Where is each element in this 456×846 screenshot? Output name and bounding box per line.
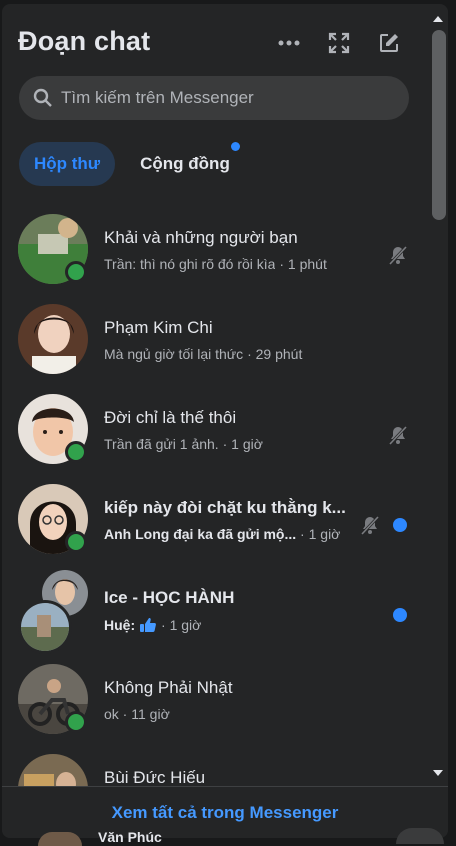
online-indicator <box>65 261 87 283</box>
conversation-item[interactable]: kiếp này đòi chặt ku thằng k... Anh Long… <box>2 474 430 564</box>
preview-text: Huệ: <box>104 617 136 633</box>
background-peek: Văn Phúc <box>0 828 456 846</box>
more-icon <box>278 40 300 46</box>
unread-dot <box>393 518 407 532</box>
page-title: Đoạn chat <box>18 26 151 56</box>
conversation-preview: Trần: thì nó ghi rõ đó rồi kìa · 1 phút <box>104 256 327 272</box>
online-indicator <box>65 441 87 463</box>
conversation-item[interactable]: Đời chỉ là thế thôi Trần đã gửi 1 ảnh. ·… <box>2 384 430 474</box>
preview-text: Trần: thì nó ghi rõ đó rồi kìa <box>104 256 276 272</box>
conversation-name: Phạm Kim Chi <box>104 318 213 337</box>
see-all-messenger-link[interactable]: Xem tất cả trong Messenger <box>112 803 339 823</box>
preview-text: Trần đã gửi 1 ảnh. <box>104 436 219 452</box>
conversation-item[interactable]: Không Phải Nhật ok · 11 giờ <box>2 654 430 744</box>
preview-time: 1 phút <box>287 256 327 272</box>
peek-chat-bubble <box>396 828 444 844</box>
separator: · <box>118 706 132 722</box>
compose-icon <box>380 34 398 52</box>
group-avatar-front <box>18 600 72 654</box>
conversation-item[interactable]: Ice - HỌC HÀNH Huệ: · 1 giờ <box>2 564 430 654</box>
conversation-item[interactable]: Phạm Kim Chi Mà ngủ giờ tối lại thức · 2… <box>2 294 430 384</box>
conversation-name: Đời chỉ là thế thôi <box>104 408 237 427</box>
conversation-name: kiếp này đòi chặt ku thằng k... <box>104 498 346 517</box>
search-icon <box>33 88 52 107</box>
muted-bell-icon <box>388 245 408 266</box>
preview-text: ok <box>104 706 119 722</box>
chats-footer: Xem tất cả trong Messenger <box>2 786 448 838</box>
preview-time: 1 giờ <box>169 617 202 633</box>
conversation-preview: Mà ngủ giờ tối lại thức · 29 phút <box>104 346 302 362</box>
preview-text: Anh Long đại ka đã gửi mộ... <box>104 526 297 542</box>
separator: · <box>157 617 170 633</box>
conversation-name: Khải và những người bạn <box>104 228 298 247</box>
preview-text: Mà ngủ giờ tối lại thức <box>104 346 244 362</box>
scroll-down-arrow-icon[interactable] <box>433 770 443 776</box>
tab-inbox[interactable]: Hộp thư <box>19 142 115 186</box>
search-bar[interactable] <box>19 76 409 120</box>
separator: · <box>296 526 309 542</box>
tab-community[interactable]: Cộng đồng <box>127 142 243 186</box>
muted-bell-icon <box>388 425 408 446</box>
conversation-name: Ice - HỌC HÀNH <box>104 588 235 607</box>
chats-header: Đoạn chat <box>18 26 418 62</box>
preview-time: 1 giờ <box>308 526 341 542</box>
conversation-name: Bùi Đức Hiếu <box>104 768 206 787</box>
preview-time: 29 phút <box>255 346 303 362</box>
conversation-preview: Trần đã gửi 1 ảnh. · 1 giờ <box>104 436 263 452</box>
conversation-item[interactable]: Khải và những người bạn Trần: thì nó ghi… <box>2 204 430 294</box>
conversation-name: Không Phải Nhật <box>104 678 233 697</box>
conversation-preview: Anh Long đại ka đã gửi mộ... · 1 giờ <box>104 526 340 542</box>
preview-time: 1 giờ <box>231 436 263 452</box>
separator: · <box>243 346 256 362</box>
conversation-list: Khải và những người bạn Trần: thì nó ghi… <box>2 194 430 794</box>
scroll-up-arrow-icon[interactable] <box>433 16 443 22</box>
separator: · <box>275 256 288 272</box>
search-input[interactable] <box>59 87 393 109</box>
online-indicator <box>65 531 87 553</box>
thumbs-up-icon <box>140 618 157 632</box>
avatar <box>18 304 88 374</box>
muted-bell-icon <box>360 515 380 536</box>
more-options-button[interactable] <box>274 28 304 58</box>
unread-dot <box>393 608 407 622</box>
peek-name: Văn Phúc <box>98 829 162 845</box>
scrollbar-thumb[interactable] <box>432 30 446 220</box>
preview-time: 11 giờ <box>131 706 170 722</box>
expand-button[interactable] <box>324 28 354 58</box>
chats-panel: Đoạn chat Hộp thư Cộng đồng <box>2 4 448 838</box>
online-indicator <box>65 711 87 733</box>
conversation-preview: Huệ: · 1 giờ <box>104 616 201 634</box>
separator: · <box>218 436 232 452</box>
new-message-button[interactable] <box>374 28 404 58</box>
conversation-preview: ok · 11 giờ <box>104 706 170 722</box>
tab-community-label: Cộng đồng <box>140 154 230 173</box>
expand-icon <box>328 32 350 54</box>
community-badge <box>231 142 240 151</box>
